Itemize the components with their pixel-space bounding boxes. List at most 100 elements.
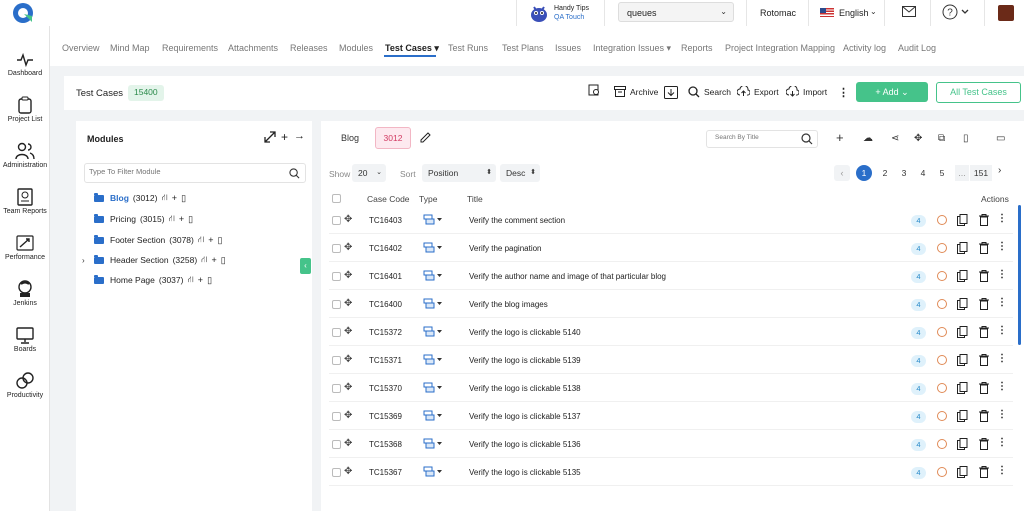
case-title[interactable]: Verify the pagination [469,244,542,253]
share-icon[interactable]: ⋖ [891,133,899,144]
row-checkbox[interactable] [332,216,341,225]
row-checkbox[interactable] [332,356,341,365]
select-all-checkbox[interactable] [332,194,341,203]
trash-icon[interactable] [979,242,989,256]
tab-issues[interactable]: Issues [555,43,581,53]
pagination-page[interactable]: 2 [877,165,893,181]
edit-icon[interactable] [420,132,431,145]
table-row[interactable]: ✥ TC15367 Verify the logo is clickable 513… [329,458,1013,486]
drag-handle-icon[interactable]: ✥ [344,354,352,365]
page-size-select[interactable]: 20 ⌄ [352,164,386,182]
sidebar-item-productivity[interactable]: Productivity [0,372,50,399]
drag-handle-icon[interactable]: ✥ [344,270,352,281]
test-type-icon[interactable] [423,298,443,311]
case-code[interactable]: TC15368 [369,440,402,449]
case-code[interactable]: TC16400 [369,300,402,309]
more-options-icon[interactable]: ⋮ [997,269,1007,280]
title-search-input[interactable] [706,130,818,148]
trash-icon[interactable] [979,298,989,312]
trash-icon[interactable] [979,438,989,452]
arrow-right-icon[interactable]: → [294,130,305,142]
row-checkbox[interactable] [332,328,341,337]
hierarchy-icon[interactable]: ⛙ [161,192,167,204]
tab-integration-issues[interactable]: Integration Issues ▾ [593,43,671,54]
import-button[interactable]: Import [786,86,827,97]
sidebar-item-project-list[interactable]: Project List [0,96,50,123]
handy-tips[interactable]: Handy Tips QA Touch [528,2,594,24]
clipboard-icon[interactable]: ▯ [207,275,212,286]
copy-icon[interactable] [957,410,968,424]
clipboard-icon[interactable]: ▯ [217,235,222,246]
row-checkbox[interactable] [332,300,341,309]
mail-icon[interactable] [902,6,916,17]
tab-releases[interactable]: Releases [290,43,328,53]
move-icon[interactable]: ✥ [914,133,922,144]
row-checkbox[interactable] [332,440,341,449]
add-icon[interactable]: + [208,235,213,245]
case-code[interactable]: TC15371 [369,356,402,365]
clipboard-icon[interactable]: ▯ [181,193,186,204]
status-check-icon[interactable] [937,215,947,225]
add-icon[interactable]: + [212,255,217,265]
status-check-icon[interactable] [937,271,947,281]
column-header-title[interactable]: Title [467,194,483,204]
status-check-icon[interactable] [937,327,947,337]
case-title[interactable]: Verify the logo is clickable 5138 [469,384,581,393]
comment-icon[interactable]: ▭ [996,133,1005,144]
all-test-cases-button[interactable]: All Test Cases [936,82,1021,103]
trash-icon[interactable] [979,270,989,284]
copy-icon[interactable] [957,466,968,480]
copy-icon[interactable] [957,242,968,256]
drag-handle-icon[interactable]: ✥ [344,466,352,477]
cloud-sync-icon[interactable]: ☁ [863,133,873,144]
collapse-panel-button[interactable]: ‹ [300,258,311,274]
table-row[interactable]: ✥ TC15372 Verify the logo is clickable 514… [329,318,1013,346]
add-icon[interactable]: + [172,193,177,203]
test-type-icon[interactable] [423,242,443,255]
hierarchy-icon[interactable]: ⛙ [169,213,175,225]
tab-modules[interactable]: Modules [339,43,373,53]
drag-handle-icon[interactable]: ✥ [344,410,352,421]
hierarchy-icon[interactable]: ⛙ [198,234,204,246]
sidebar-item-team-reports[interactable]: Team Reports [0,188,50,215]
pagination-next[interactable]: › [998,165,1001,176]
table-row[interactable]: ✥ TC16402 Verify the pagination 4 ⋮ [329,234,1013,262]
trash-icon[interactable]: ▯ [963,133,969,144]
drag-handle-icon[interactable]: ✥ [344,298,352,309]
table-row[interactable]: ✥ TC16403 Verify the comment section 4 ⋮ [329,206,1013,234]
case-code[interactable]: TC15370 [369,384,402,393]
more-options-icon[interactable]: ⋮ [997,409,1007,420]
trash-icon[interactable] [979,214,989,228]
row-checkbox[interactable] [332,384,341,393]
clipboard-icon[interactable]: ▯ [221,255,226,266]
add-icon[interactable]: + [198,275,203,285]
more-options-icon[interactable]: ⋮ [997,213,1007,224]
sort-direction-select[interactable]: Desc ⬍ [500,164,540,182]
trash-icon[interactable] [979,382,989,396]
table-row[interactable]: ✥ TC15369 Verify the logo is clickable 513… [329,402,1013,430]
case-code[interactable]: TC15372 [369,328,402,337]
table-row[interactable]: ✥ TC15371 Verify the logo is clickable 513… [329,346,1013,374]
expand-icon[interactable] [264,131,276,145]
sidebar-item-boards[interactable]: Boards [0,326,50,353]
case-title[interactable]: Verify the logo is clickable 5136 [469,440,581,449]
drag-handle-icon[interactable]: ✥ [344,214,352,225]
more-options-icon[interactable]: ⋮ [838,86,849,99]
more-options-icon[interactable]: ⋮ [997,381,1007,392]
download-button[interactable] [664,86,678,99]
table-row[interactable]: ✥ TC15370 Verify the logo is clickable 513… [329,374,1013,402]
project-select[interactable]: queues ⌄ [618,2,734,22]
trash-icon[interactable] [979,466,989,480]
status-check-icon[interactable] [937,467,947,477]
title-search-field[interactable] [715,134,795,141]
case-title[interactable]: Verify the logo is clickable 5139 [469,356,581,365]
case-title[interactable]: Verify the logo is clickable 5140 [469,328,581,337]
row-checkbox[interactable] [332,412,341,421]
case-code[interactable]: TC16402 [369,244,402,253]
tab-mind-map[interactable]: Mind Map [110,43,150,53]
tab-project-integration-mapping[interactable]: Project Integration Mapping [725,43,835,53]
module-item-home-page[interactable]: Home Page (3037) ⛙ + ▯ [82,272,212,288]
tab-audit-log[interactable]: Audit Log [898,43,936,53]
module-filter-input[interactable] [84,163,306,183]
more-options-icon[interactable]: ⋮ [997,325,1007,336]
